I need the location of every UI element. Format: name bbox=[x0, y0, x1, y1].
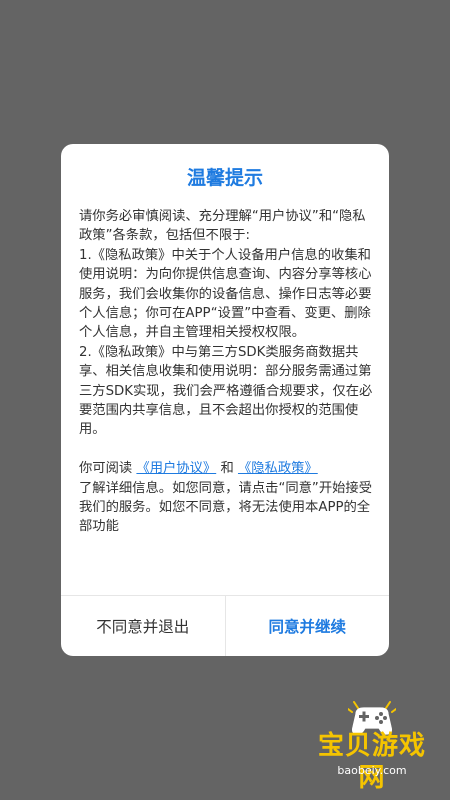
site-watermark: 宝贝游戏网 baobeiy.com bbox=[306, 700, 438, 793]
watermark-url: baobeiy.com bbox=[337, 764, 407, 777]
policy-item-2: 2.《隐私政策》中与第三方SDK类服务商数据共享、相关信息收集和使用说明：部分服… bbox=[79, 344, 373, 438]
privacy-dialog: 温馨提示 请你务必审慎阅读、充分理解“用户协议”和“隐私政策”各条款，包括但不限… bbox=[61, 144, 389, 656]
disagree-exit-button[interactable]: 不同意并退出 bbox=[61, 596, 225, 656]
user-agreement-link[interactable]: 《用户协议》 bbox=[136, 461, 216, 476]
agree-continue-button[interactable]: 同意并继续 bbox=[224, 596, 390, 656]
read-prefix: 你可阅读 bbox=[79, 461, 133, 477]
dialog-title: 温馨提示 bbox=[186, 167, 263, 189]
watermark-title: 宝贝游戏网 bbox=[317, 731, 426, 793]
and-text: 和 bbox=[220, 461, 234, 477]
intro-text: 请你务必审慎阅读、充分理解“用户协议”和“隐私政策”各条款，包括但不限于: bbox=[79, 209, 366, 244]
outro-text: 了解详细信息。如您同意，请点击“同意”开始接受我们的服务。如您不同意，将无法使用… bbox=[79, 480, 373, 535]
dialog-footer: 不同意并退出 同意并继续 bbox=[61, 595, 389, 656]
policy-item-1: 1.《隐私政策》中关于个人设备用户信息的收集和使用说明：为向你提供信息查询、内容… bbox=[79, 247, 372, 341]
dialog-body: 请你务必审慎阅读、充分理解“用户协议”和“隐私政策”各条款，包括但不限于: 1.… bbox=[79, 207, 375, 537]
privacy-policy-link[interactable]: 《隐私政策》 bbox=[238, 461, 318, 476]
read-links-line: 你可阅读 《用户协议》 和 《隐私政策》 bbox=[79, 459, 375, 478]
